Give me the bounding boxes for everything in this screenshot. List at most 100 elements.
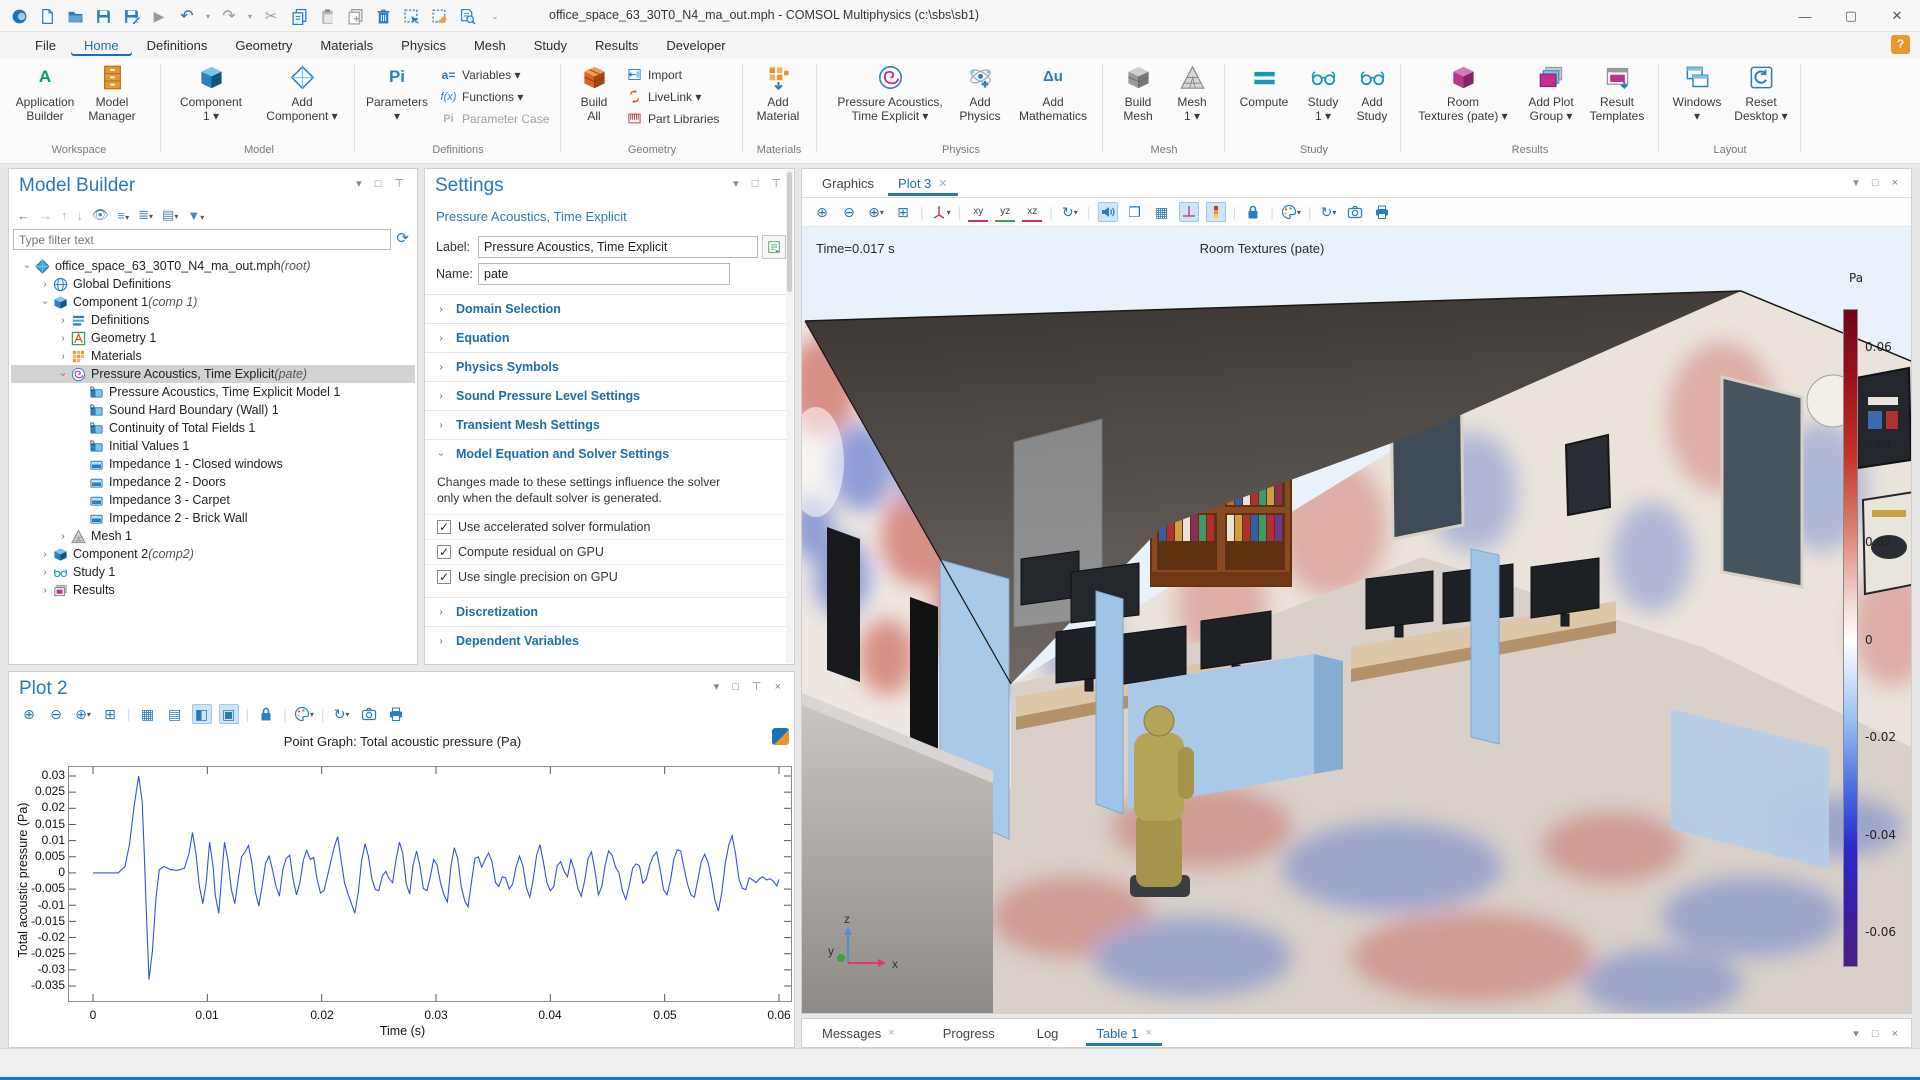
plot-source-button[interactable] bbox=[772, 728, 789, 745]
section-dependent-variables[interactable]: › Dependent Variables bbox=[425, 626, 786, 655]
tree-item-pate-model-1[interactable]: Pressure Acoustics, Time Explicit Model … bbox=[11, 383, 415, 401]
application-builder-button[interactable]: A Application Builder bbox=[12, 62, 78, 123]
y-grid-button[interactable]: ▤ bbox=[165, 704, 185, 724]
checkbox-residual-gpu[interactable]: ✓ Compute residual on GPU bbox=[425, 539, 786, 564]
zoom-extents-button[interactable]: ⊞ bbox=[100, 704, 120, 724]
menu-materials[interactable]: Materials bbox=[307, 35, 386, 56]
tree-item-impedance-2-brick[interactable]: Impedance 2 - Brick Wall bbox=[11, 509, 415, 527]
parameters-button[interactable]: Pi Parameters ▾ bbox=[362, 62, 432, 123]
menu-home[interactable]: Home bbox=[71, 35, 132, 56]
menu-results[interactable]: Results bbox=[582, 35, 651, 56]
section-sound-pressure-level[interactable]: › Sound Pressure Level Settings bbox=[425, 381, 786, 410]
run-button[interactable]: ▶ bbox=[148, 5, 170, 27]
menu-geometry[interactable]: Geometry bbox=[222, 35, 305, 56]
component-1-button[interactable]: Component 1 ▾ bbox=[170, 62, 252, 123]
model-builder-window-icons[interactable]: ▾ □ ⊤ bbox=[356, 177, 409, 190]
section-physics-symbols[interactable]: › Physics Symbols bbox=[425, 352, 786, 381]
menu-developer[interactable]: Developer bbox=[653, 35, 738, 56]
build-all-button[interactable]: Build All bbox=[568, 62, 620, 123]
zoom-in-button[interactable]: ⊕ bbox=[19, 704, 39, 724]
color-palette-button[interactable]: ▾ bbox=[1281, 202, 1301, 222]
redo-caret[interactable]: ▾ bbox=[246, 5, 254, 27]
settings-scrollbar[interactable] bbox=[786, 170, 793, 663]
tree-item-study-1[interactable]: › Study 1 bbox=[11, 563, 415, 581]
annotation-toggle-button[interactable]: ▣ bbox=[218, 704, 239, 724]
menu-file[interactable]: File bbox=[22, 35, 69, 56]
reset-desktop-button[interactable]: Reset Desktop ▾ bbox=[1730, 62, 1792, 123]
paste-button[interactable] bbox=[316, 5, 338, 27]
close-tab-icon[interactable]: ✕ bbox=[938, 177, 947, 190]
add-study-button[interactable]: Add Study bbox=[1350, 62, 1394, 123]
checkbox-icon[interactable]: ✓ bbox=[437, 570, 451, 584]
section-domain-selection[interactable]: › Domain Selection bbox=[425, 294, 786, 323]
undo-button[interactable]: ↶ bbox=[176, 5, 198, 27]
refresh-icon[interactable]: ⟳ bbox=[396, 229, 409, 247]
tree-item-component-1[interactable]: › Component 1 (comp 1) bbox=[11, 293, 415, 311]
label-edit-button[interactable] bbox=[762, 235, 786, 259]
windows-button[interactable]: Windows ▾ bbox=[1666, 62, 1728, 123]
study-1-button[interactable]: Study 1 ▾ bbox=[1298, 62, 1348, 123]
tree-item-component-2[interactable]: › Component 2 (comp2) bbox=[11, 545, 415, 563]
go-to-view-button[interactable]: ▾ bbox=[931, 202, 951, 222]
label-input[interactable] bbox=[478, 236, 758, 258]
tree-item-global-definitions[interactable]: › Global Definitions bbox=[11, 275, 415, 293]
build-mesh-button[interactable]: Build Mesh bbox=[1110, 62, 1166, 123]
section-equation[interactable]: › Equation bbox=[425, 323, 786, 352]
print-button[interactable] bbox=[1372, 202, 1392, 222]
axes-toggle-button[interactable] bbox=[1178, 202, 1199, 222]
select-box-button[interactable] bbox=[400, 5, 422, 27]
x-grid-button[interactable]: ▦ bbox=[138, 704, 158, 724]
pressure-acoustics-button[interactable]: Pressure Acoustics, Time Explicit ▾ bbox=[826, 62, 954, 123]
cut-button[interactable]: ✂ bbox=[260, 5, 282, 27]
deselect-box-button[interactable] bbox=[428, 5, 450, 27]
close-button[interactable]: ✕ bbox=[1874, 0, 1920, 32]
graphics-window-icons[interactable]: ▾ □ × bbox=[1853, 176, 1903, 189]
view-xy-button[interactable]: xy bbox=[968, 202, 989, 222]
back-button[interactable]: ← bbox=[17, 208, 30, 223]
find-button[interactable] bbox=[456, 5, 478, 27]
tree-item-initial-values[interactable]: Initial Values 1 bbox=[11, 437, 415, 455]
menu-definitions[interactable]: Definitions bbox=[134, 35, 221, 56]
tab-messages[interactable]: Messages × bbox=[812, 1021, 905, 1046]
undo-caret[interactable]: ▾ bbox=[204, 5, 212, 27]
menu-study[interactable]: Study bbox=[521, 35, 580, 56]
plot2-window-icons[interactable]: ▾ □ ⊤ × bbox=[714, 680, 786, 693]
checkbox-accelerated-solver[interactable]: ✓ Use accelerated solver formulation bbox=[425, 514, 786, 539]
add-component-button[interactable]: Add Component ▾ bbox=[256, 62, 348, 123]
add-physics-button[interactable]: Add Physics bbox=[952, 62, 1008, 123]
plot2-chart[interactable] bbox=[68, 766, 792, 1002]
zoom-box-button[interactable]: ⊕ ▾ bbox=[73, 704, 93, 724]
tab-log[interactable]: Log bbox=[1027, 1021, 1069, 1046]
rotate-view-button[interactable]: ↻ ▾ bbox=[1060, 202, 1080, 222]
tree-item-results[interactable]: › Results bbox=[11, 581, 415, 599]
graphics-view[interactable]: z y x Time=0.017 s Room Textures (pate) … bbox=[802, 227, 1911, 1013]
tree-item-sound-hard-boundary[interactable]: Sound Hard Boundary (Wall) 1 bbox=[11, 401, 415, 419]
plot-refresh-button[interactable]: ↻ ▾ bbox=[332, 704, 352, 724]
name-input[interactable] bbox=[478, 263, 730, 285]
tab-graphics[interactable]: Graphics bbox=[812, 171, 884, 196]
checkbox-icon[interactable]: ✓ bbox=[437, 545, 451, 559]
zoom-extents-button[interactable]: ⊞ bbox=[893, 202, 913, 222]
livelink-button[interactable]: LiveLink ▾ bbox=[626, 86, 701, 107]
filter-button[interactable]: ▼▾ bbox=[187, 208, 204, 223]
checkbox-single-precision-gpu[interactable]: ✓ Use single precision on GPU bbox=[425, 564, 786, 589]
tab-plot3[interactable]: Plot 3 ✕ bbox=[888, 171, 957, 196]
tree-item-geometry-1[interactable]: › Geometry 1 bbox=[11, 329, 415, 347]
forward-button[interactable]: → bbox=[39, 208, 52, 223]
zoom-out-button[interactable]: ⊖ bbox=[839, 202, 859, 222]
section-transient-mesh[interactable]: › Transient Mesh Settings bbox=[425, 410, 786, 439]
scene-refresh-button[interactable]: ↻ ▾ bbox=[1318, 202, 1338, 222]
duplicate-button[interactable] bbox=[344, 5, 366, 27]
settings-window-icons[interactable]: ▾ □ ⊤ bbox=[733, 177, 786, 190]
tree-filter-input[interactable] bbox=[13, 229, 391, 250]
open-button[interactable] bbox=[64, 5, 86, 27]
zoom-box-button[interactable]: ⊕ ▾ bbox=[866, 202, 886, 222]
delete-button[interactable] bbox=[372, 5, 394, 27]
tree-item-impedance-3-carpet[interactable]: Impedance 3 - Carpet bbox=[11, 491, 415, 509]
grid-button[interactable]: ▦ bbox=[1152, 202, 1172, 222]
move-up-button[interactable]: ↑ bbox=[61, 208, 68, 223]
redo-button[interactable]: ↷ bbox=[218, 5, 240, 27]
import-button[interactable]: Import bbox=[626, 64, 682, 85]
snapshot-button[interactable] bbox=[1345, 202, 1365, 222]
section-model-equation[interactable]: › Model Equation and Solver Settings bbox=[425, 439, 786, 468]
